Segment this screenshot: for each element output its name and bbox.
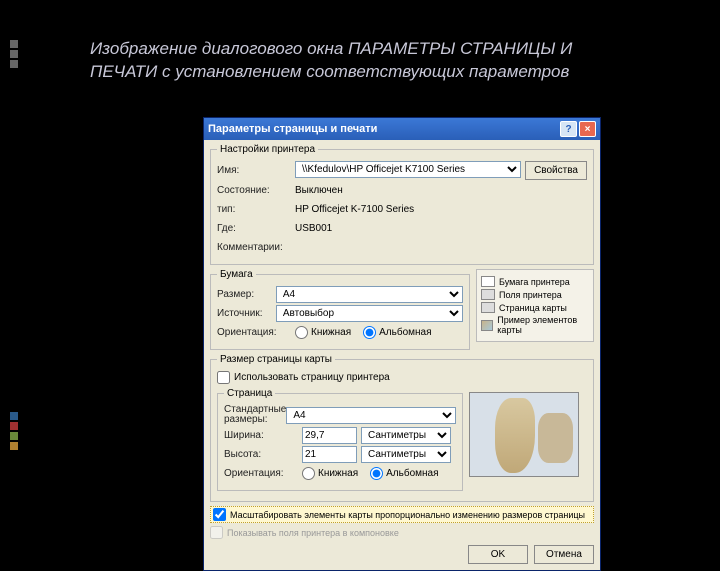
std-sizes-select[interactable]: A4 xyxy=(286,407,456,424)
paper-size-select[interactable]: A4 xyxy=(276,286,463,303)
swatch-mappage-icon xyxy=(481,302,495,313)
legend-box: Бумага принтера Поля принтера Страница к… xyxy=(476,269,594,342)
page-orient-label: Ориентация: xyxy=(224,468,302,479)
slide-accent-dots-top xyxy=(10,38,20,70)
paper-source-select[interactable]: Автовыбор xyxy=(276,305,463,322)
std-sizes-label: Стандартные размеры: xyxy=(224,405,286,425)
comment-label: Комментарии: xyxy=(217,242,295,253)
height-units-select[interactable]: Сантиметры xyxy=(361,446,451,463)
cancel-button[interactable]: Отмена xyxy=(534,545,594,564)
type-label: тип: xyxy=(217,204,295,215)
paper-orient-label: Ориентация: xyxy=(217,327,295,338)
printer-settings-legend: Настройки принтера xyxy=(217,144,318,155)
swatch-paper-icon xyxy=(481,276,495,287)
map-page-legend: Размер страницы карты xyxy=(217,354,335,365)
scale-elements-checkbox[interactable] xyxy=(213,508,226,521)
printer-name-label: Имя: xyxy=(217,165,295,176)
page-print-dialog: Параметры страницы и печати ? × Настройк… xyxy=(203,117,601,571)
status-value: Выключен xyxy=(295,185,587,196)
paper-portrait-radio[interactable] xyxy=(295,326,308,339)
map-page-group: Размер страницы карты Использовать стран… xyxy=(210,354,594,502)
height-input[interactable] xyxy=(302,446,357,463)
titlebar[interactable]: Параметры страницы и печати ? × xyxy=(204,118,600,140)
type-value: HP Officejet K-7100 Series xyxy=(295,204,587,215)
printer-name-select[interactable]: \\Kfedulov\HP Officejet K7100 Series xyxy=(295,161,521,178)
paper-size-label: Размер: xyxy=(217,289,276,300)
map-page-preview xyxy=(469,392,579,477)
swatch-margins-icon xyxy=(481,289,495,300)
page-subgroup: Страница Стандартные размеры:A4 Ширина: … xyxy=(217,388,463,491)
status-label: Состояние: xyxy=(217,185,295,196)
page-portrait-radio[interactable] xyxy=(302,467,315,480)
where-value: USB001 xyxy=(295,223,587,234)
swatch-sample-icon xyxy=(481,320,493,331)
width-label: Ширина: xyxy=(224,430,302,441)
ok-button[interactable]: OK xyxy=(468,545,528,564)
printer-settings-group: Настройки принтера Имя: \\Kfedulov\HP Of… xyxy=(210,144,594,265)
paper-landscape-radio[interactable] xyxy=(363,326,376,339)
where-label: Где: xyxy=(217,223,295,234)
help-button[interactable]: ? xyxy=(560,121,577,137)
width-input[interactable] xyxy=(302,427,357,444)
paper-legend: Бумага xyxy=(217,269,256,280)
show-margins-checkbox xyxy=(210,526,223,539)
page-landscape-radio[interactable] xyxy=(370,467,383,480)
properties-button[interactable]: Свойства xyxy=(525,161,587,180)
dialog-title: Параметры страницы и печати xyxy=(208,123,558,135)
slide-accent-dots-bottom xyxy=(10,410,20,452)
paper-source-label: Источник: xyxy=(217,308,276,319)
close-button[interactable]: × xyxy=(579,121,596,137)
use-printer-page-checkbox[interactable] xyxy=(217,371,230,384)
height-label: Высота: xyxy=(224,449,302,460)
paper-group: Бумага Размер:A4 Источник:Автовыбор Орие… xyxy=(210,269,470,350)
slide-title: Изображение диалогового окна ПАРАМЕТРЫ С… xyxy=(0,0,720,92)
width-units-select[interactable]: Сантиметры xyxy=(361,427,451,444)
